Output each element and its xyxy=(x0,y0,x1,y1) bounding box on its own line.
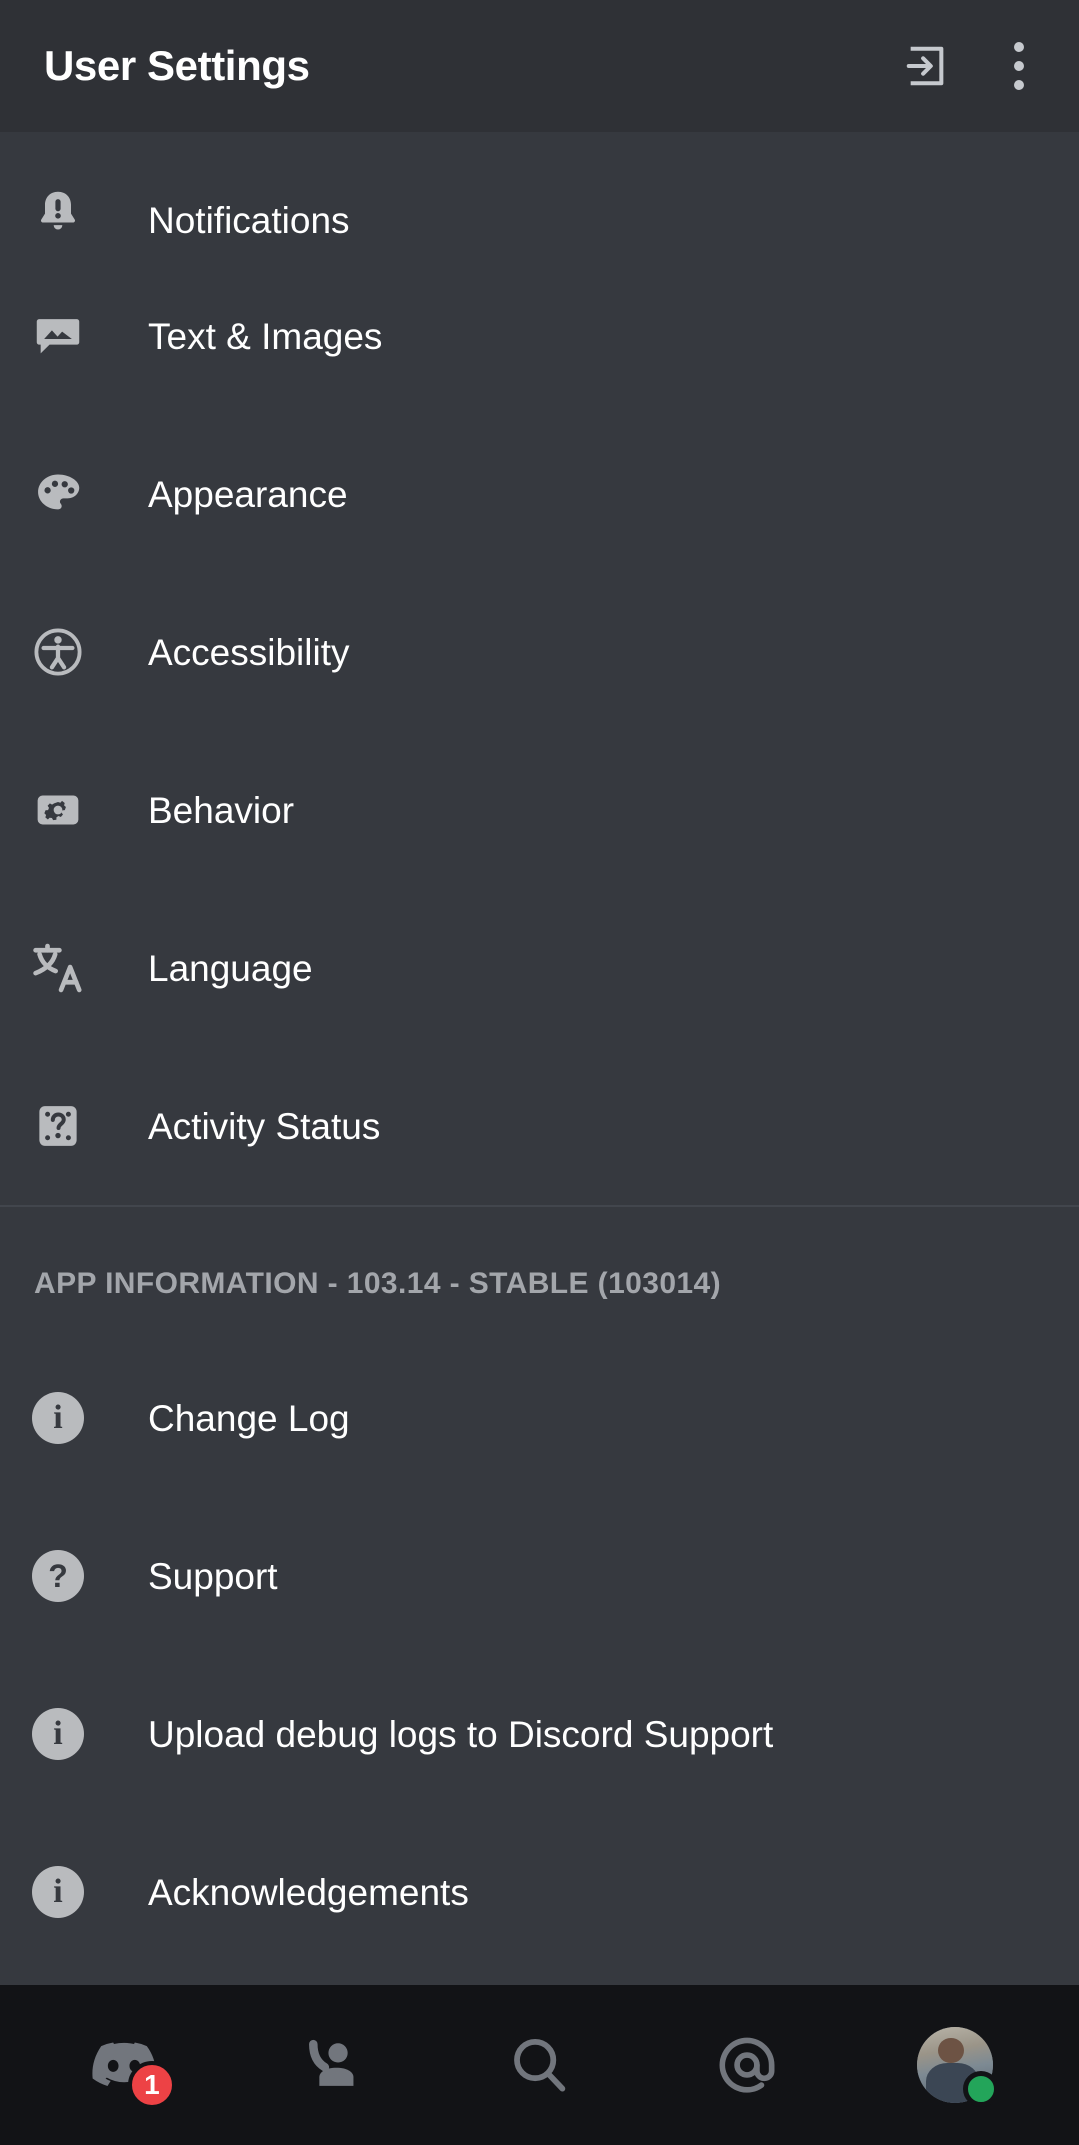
app-information-section-label: APP INFORMATION - 103.14 - STABLE (10301… xyxy=(34,1267,721,1300)
avatar xyxy=(917,2027,1000,2107)
bottom-navigation-bar: 1 xyxy=(0,1985,1079,2145)
nav-item-friends[interactable] xyxy=(272,2005,392,2125)
accessibility-icon xyxy=(30,624,86,680)
logout-icon xyxy=(906,46,944,86)
nav-item-servers[interactable]: 1 xyxy=(64,2005,184,2125)
app-header: User Settings xyxy=(0,0,1079,132)
question-circle-icon: ? xyxy=(30,1548,86,1604)
app-info-item-label: Acknowledgements xyxy=(148,1871,469,1913)
app-info-item-label: Change Log xyxy=(148,1397,350,1439)
settings-item-language[interactable]: Language xyxy=(0,889,1079,1047)
info-circle-icon: i xyxy=(30,1390,86,1446)
info-glyph: i xyxy=(32,1866,84,1918)
settings-item-notifications[interactable]: Notifications xyxy=(0,132,1079,257)
app-info-item-acknowledgements[interactable]: i Acknowledgements xyxy=(0,1813,1079,1971)
unread-badge: 1 xyxy=(127,2061,176,2109)
settings-item-label: Text & Images xyxy=(148,315,383,357)
settings-item-label: Activity Status xyxy=(148,1105,381,1147)
app-info-item-change-log[interactable]: i Change Log xyxy=(0,1339,1079,1497)
image-message-icon xyxy=(30,308,86,364)
info-circle-icon: i xyxy=(30,1706,86,1762)
settings-item-activity-status[interactable]: Activity Status xyxy=(0,1047,1079,1205)
settings-list[interactable]: Notifications Text & Images Appearance A… xyxy=(0,132,1079,1985)
bell-alert-icon xyxy=(30,189,86,239)
settings-item-label: Language xyxy=(148,947,313,989)
info-circle-icon: i xyxy=(30,1864,86,1920)
palette-icon xyxy=(30,466,86,522)
settings-item-behavior[interactable]: Behavior xyxy=(0,731,1079,889)
settings-item-label: Appearance xyxy=(148,473,348,515)
search-icon xyxy=(514,2039,566,2092)
game-controller-icon xyxy=(30,1098,86,1154)
user-settings-screen: User Settings Notifications Text & Image… xyxy=(0,0,1079,2145)
nav-item-search[interactable] xyxy=(479,2005,599,2125)
info-glyph: i xyxy=(32,1708,84,1760)
app-info-item-upload-debug-logs[interactable]: i Upload debug logs to Discord Support xyxy=(0,1655,1079,1813)
app-info-item-label: Support xyxy=(148,1555,278,1597)
app-info-item-support[interactable]: ? Support xyxy=(0,1497,1079,1655)
info-glyph: i xyxy=(32,1392,84,1444)
question-glyph: ? xyxy=(32,1550,84,1602)
translate-icon xyxy=(30,940,86,996)
status-badge-online xyxy=(963,2071,1000,2107)
app-info-item-label: Upload debug logs to Discord Support xyxy=(148,1713,774,1755)
gear-square-icon xyxy=(30,782,86,838)
settings-item-label: Behavior xyxy=(148,789,295,831)
settings-item-accessibility[interactable]: Accessibility xyxy=(0,573,1079,731)
nav-item-profile[interactable] xyxy=(895,2005,1015,2125)
settings-item-label: Accessibility xyxy=(148,631,350,673)
logout-button[interactable] xyxy=(895,35,957,97)
nav-item-mentions[interactable] xyxy=(687,2005,807,2125)
settings-item-appearance[interactable]: Appearance xyxy=(0,415,1079,573)
mention-at-icon xyxy=(719,2037,775,2093)
friends-icon xyxy=(308,2039,354,2086)
page-title: User Settings xyxy=(44,42,310,89)
overflow-menu-button[interactable] xyxy=(999,35,1039,97)
settings-item-label: Notifications xyxy=(148,200,350,241)
more-vertical-icon xyxy=(1014,42,1024,52)
header-actions xyxy=(895,35,1039,97)
settings-item-text-images[interactable]: Text & Images xyxy=(0,257,1079,415)
